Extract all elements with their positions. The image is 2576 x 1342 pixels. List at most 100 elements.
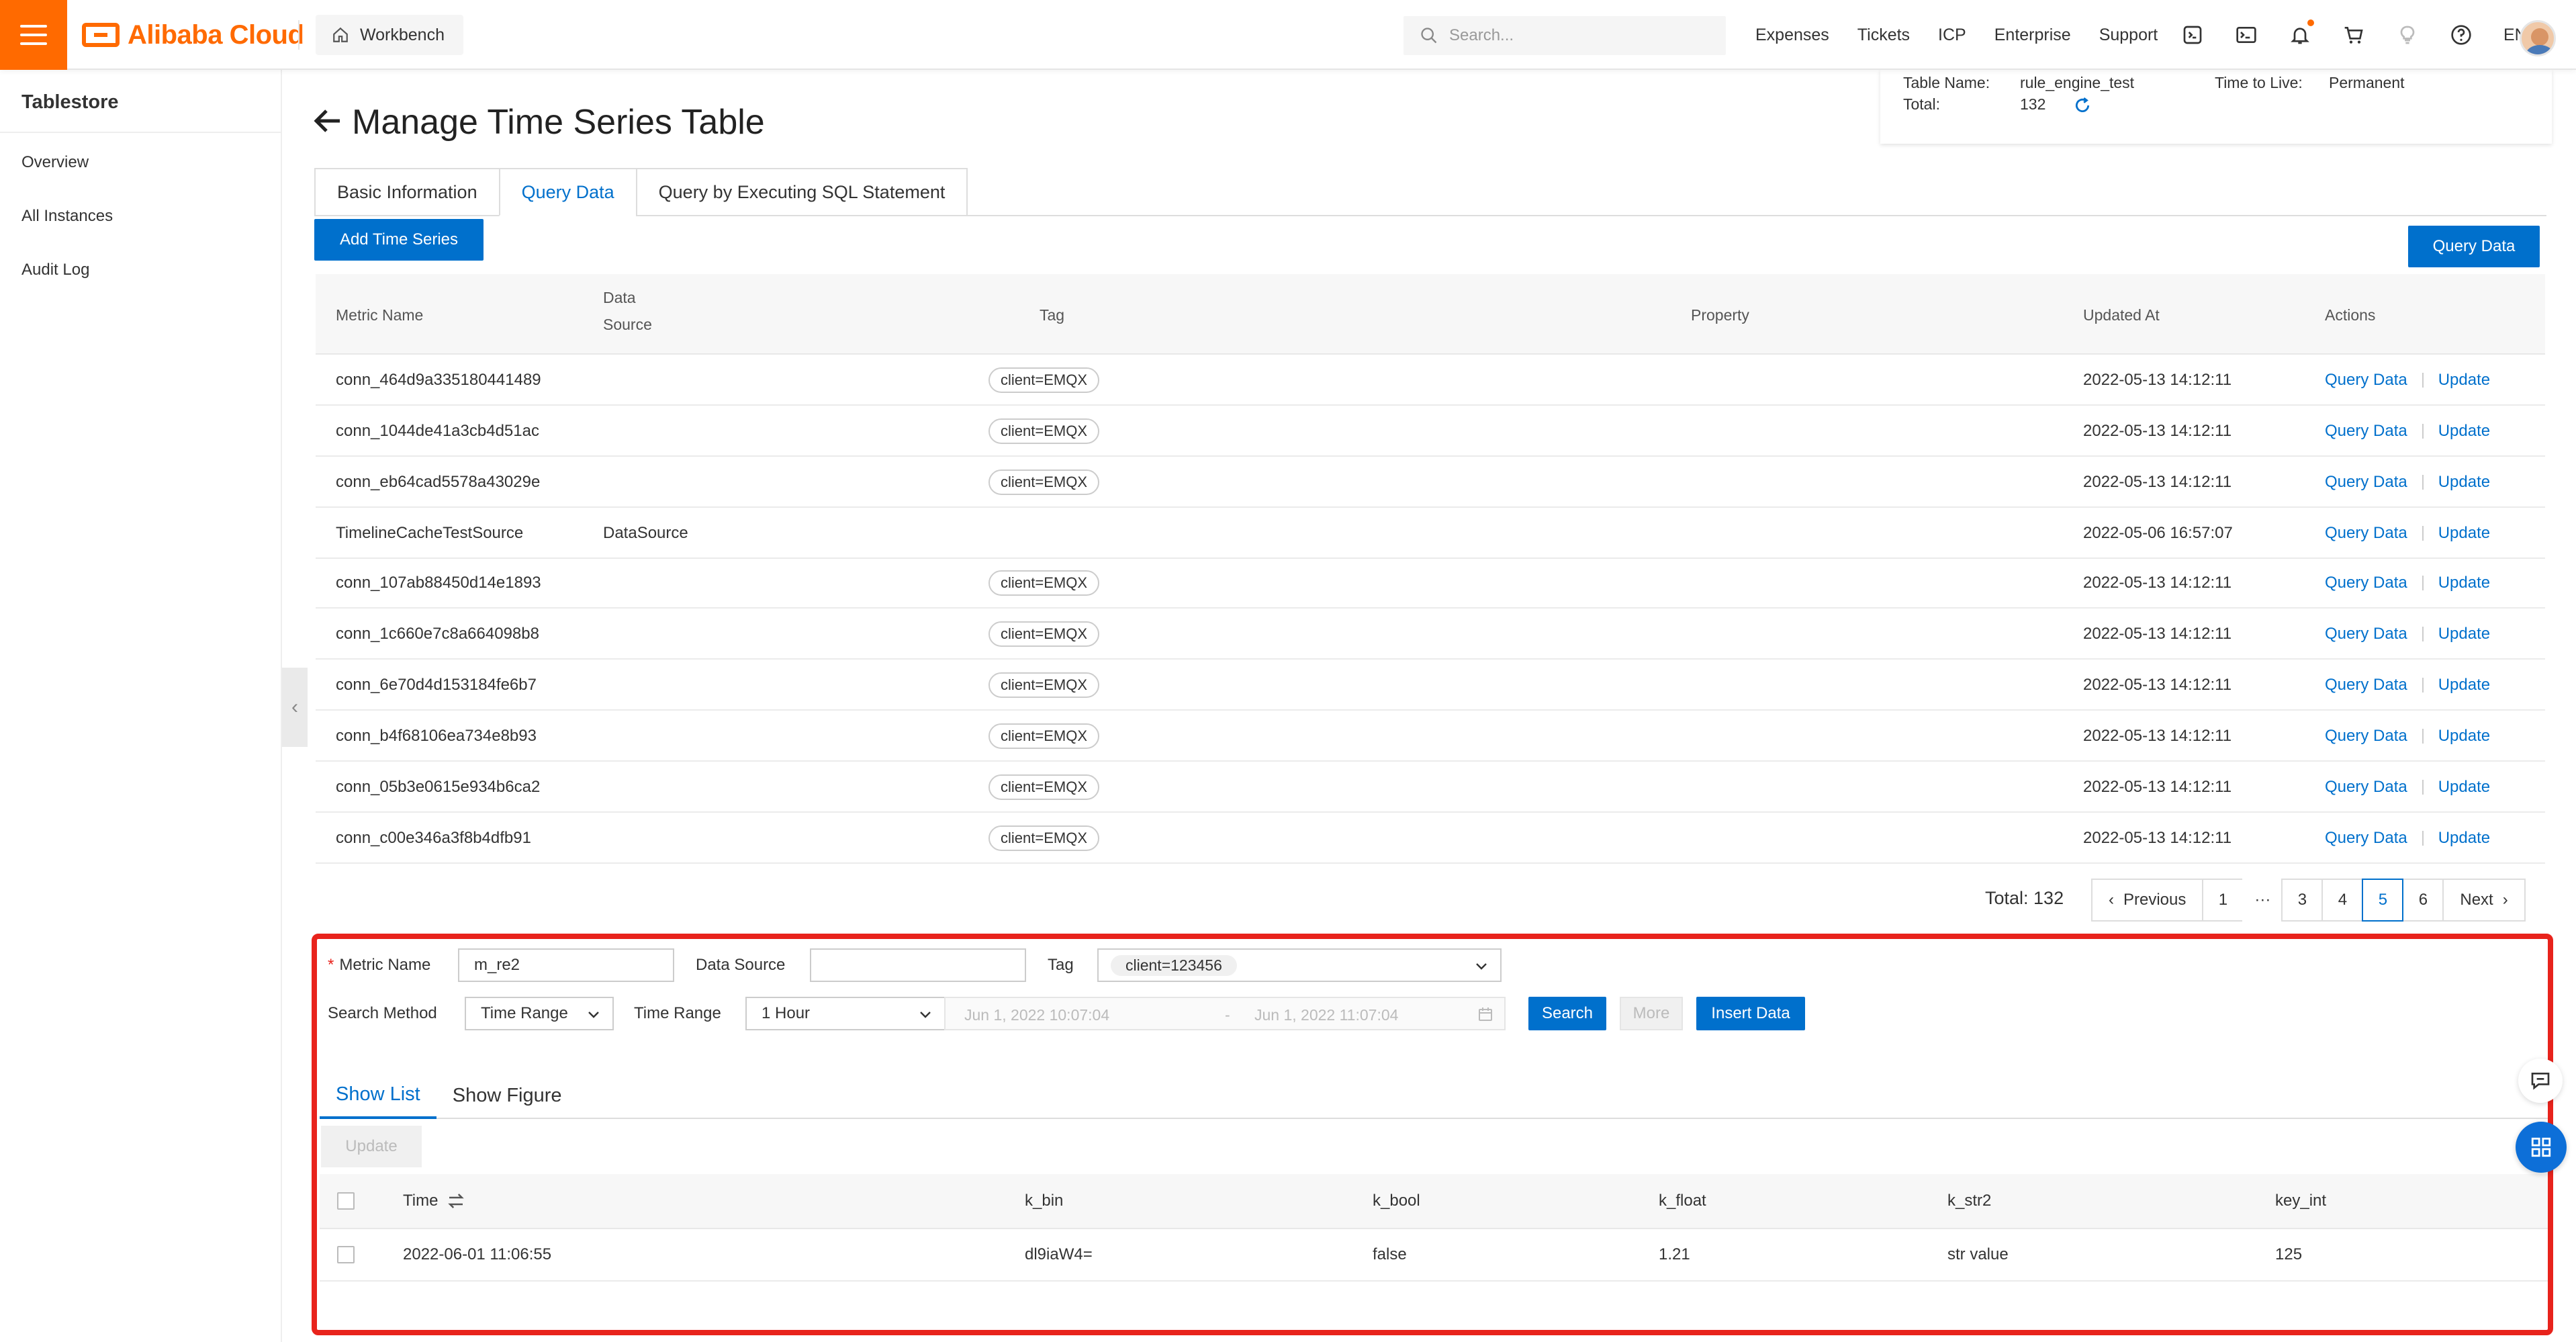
brand-logo[interactable]: Alibaba Cloud xyxy=(82,19,304,51)
insert-data-button[interactable]: Insert Data xyxy=(1696,997,1805,1030)
menu-icon[interactable] xyxy=(0,0,67,70)
workbench-label: Workbench xyxy=(360,25,445,44)
update-button[interactable]: Update xyxy=(321,1126,422,1167)
cell-k-bool: false xyxy=(1373,1245,1407,1263)
select-all-checkbox[interactable] xyxy=(337,1174,355,1228)
cart-icon[interactable] xyxy=(2342,24,2365,46)
col-k-bin: k_bin xyxy=(1025,1192,1064,1210)
lightbulb-icon[interactable] xyxy=(2396,24,2419,46)
tag-chip: client=EMQX xyxy=(988,621,1099,647)
page-1-button[interactable]: 1 xyxy=(2202,879,2244,922)
update-link[interactable]: Update xyxy=(2438,574,2490,592)
add-time-series-button[interactable]: Add Time Series xyxy=(314,219,484,261)
tab-show-list[interactable]: Show List xyxy=(320,1072,436,1119)
sidebar-item-overview[interactable]: Overview xyxy=(21,153,89,172)
sidebar-divider xyxy=(0,132,282,133)
next-page-button[interactable]: Next › xyxy=(2442,879,2526,922)
update-link[interactable]: Update xyxy=(2438,524,2490,543)
page-5-button[interactable]: 5 xyxy=(2362,879,2404,922)
time-range-select[interactable]: 1 Hour xyxy=(745,997,946,1030)
col-k-float: k_float xyxy=(1659,1192,1706,1210)
nav-tickets[interactable]: Tickets xyxy=(1857,26,1910,45)
update-link[interactable]: Update xyxy=(2438,473,2490,492)
query-data-link[interactable]: Query Data xyxy=(2325,422,2407,441)
nav-support[interactable]: Support xyxy=(2099,26,2158,45)
app-grid-icon[interactable] xyxy=(2516,1122,2567,1173)
feedback-chat-icon[interactable] xyxy=(2518,1059,2563,1103)
data-source-input[interactable] xyxy=(810,948,1026,982)
time-range-label: Time Range xyxy=(634,1004,721,1022)
page-6-button[interactable]: 6 xyxy=(2402,879,2444,922)
update-link[interactable]: Update xyxy=(2438,422,2490,441)
tab-query-sql[interactable]: Query by Executing SQL Statement xyxy=(635,168,968,216)
table-row: conn_eb64cad5578a43029e client=EMQX 2022-0… xyxy=(316,457,2545,508)
query-data-link[interactable]: Query Data xyxy=(2325,625,2407,643)
nav-enterprise[interactable]: Enterprise xyxy=(1994,26,2071,45)
sidebar-item-all-instances[interactable]: All Instances xyxy=(21,207,113,226)
col-data-source-line2: Source xyxy=(603,316,652,333)
query-data-link[interactable]: Query Data xyxy=(2325,778,2407,797)
cell-metric-name: TimelineCacheTestSource xyxy=(336,524,524,542)
sidebar-item-audit-log[interactable]: Audit Log xyxy=(21,261,89,279)
action-divider xyxy=(2422,424,2424,439)
row-checkbox[interactable] xyxy=(337,1229,355,1280)
global-search-input[interactable]: Search... xyxy=(1404,16,1726,55)
back-arrow-icon[interactable] xyxy=(313,107,342,134)
nav-icp[interactable]: ICP xyxy=(1938,26,1966,45)
col-data-source-line1: Data xyxy=(603,289,636,306)
search-button[interactable]: Search xyxy=(1528,997,1606,1030)
update-link[interactable]: Update xyxy=(2438,778,2490,797)
table-row: conn_b4f68106ea734e8b93 client=EMQX 2022-0… xyxy=(316,711,2545,762)
metric-name-input[interactable]: m_re2 xyxy=(458,948,674,982)
result-table-header: Time k_bin k_bool k_float k_str2 key_int xyxy=(320,1174,2548,1229)
more-button[interactable]: More xyxy=(1620,997,1683,1030)
date-range-picker[interactable]: Jun 1, 2022 10:07:04 - Jun 1, 2022 11:07… xyxy=(944,997,1506,1030)
terminal-icon[interactable] xyxy=(2235,24,2258,46)
tag-select[interactable]: client=123456 xyxy=(1097,948,1502,982)
update-link[interactable]: Update xyxy=(2438,829,2490,848)
search-method-select[interactable]: Time Range xyxy=(465,997,614,1030)
action-divider xyxy=(2422,678,2424,692)
tab-show-figure[interactable]: Show Figure xyxy=(436,1072,578,1119)
ttl-value: Permanent xyxy=(2329,74,2405,91)
page-3-button[interactable]: 3 xyxy=(2281,879,2324,922)
table-name-label: Table Name: xyxy=(1903,74,1990,91)
query-data-link[interactable]: Query Data xyxy=(2325,676,2407,695)
table-row: conn_464d9a335180441489 client=EMQX 2022-0… xyxy=(316,355,2545,406)
query-data-link[interactable]: Query Data xyxy=(2325,473,2407,492)
query-data-link[interactable]: Query Data xyxy=(2325,574,2407,592)
previous-page-button[interactable]: ‹ Previous xyxy=(2091,879,2204,922)
update-link[interactable]: Update xyxy=(2438,625,2490,643)
nav-expenses[interactable]: Expenses xyxy=(1755,26,1829,45)
refresh-icon[interactable] xyxy=(2074,97,2091,114)
page-ellipsis[interactable]: ··· xyxy=(2242,879,2283,922)
update-link[interactable]: Update xyxy=(2438,676,2490,695)
cell-metric-name: conn_464d9a335180441489 xyxy=(336,371,541,389)
top-bar: Alibaba Cloud Workbench Search... Expens… xyxy=(0,0,2576,70)
query-data-link[interactable]: Query Data xyxy=(2325,727,2407,746)
tab-basic-information[interactable]: Basic Information xyxy=(314,168,500,216)
page-4-button[interactable]: 4 xyxy=(2321,879,2364,922)
tag-chip: client=123456 xyxy=(1111,954,1237,976)
help-icon[interactable] xyxy=(2450,24,2473,46)
table-info-card: Table Name: rule_engine_test Time to Liv… xyxy=(1880,70,2552,144)
tag-chip: client=EMQX xyxy=(988,367,1099,393)
col-time[interactable]: Time xyxy=(403,1174,466,1228)
user-avatar[interactable] xyxy=(2520,20,2556,56)
query-data-link[interactable]: Query Data xyxy=(2325,524,2407,543)
query-data-link[interactable]: Query Data xyxy=(2325,829,2407,848)
cell-k-str2: str value xyxy=(1947,1245,2009,1263)
cell-updated-at: 2022-05-13 14:12:11 xyxy=(2083,625,2232,643)
col-property: Property xyxy=(1691,306,1749,324)
cloud-shell-icon[interactable] xyxy=(2181,24,2204,46)
workbench-button[interactable]: Workbench xyxy=(316,15,463,55)
query-data-link[interactable]: Query Data xyxy=(2325,371,2407,390)
sidebar-collapse-chevron-left-icon[interactable]: ‹ xyxy=(282,668,308,747)
action-divider xyxy=(2422,831,2424,846)
query-data-button[interactable]: Query Data xyxy=(2408,226,2540,267)
cell-metric-name: conn_eb64cad5578a43029e xyxy=(336,473,541,491)
bell-icon[interactable] xyxy=(2289,19,2314,46)
update-link[interactable]: Update xyxy=(2438,371,2490,390)
update-link[interactable]: Update xyxy=(2438,727,2490,746)
tab-query-data[interactable]: Query Data xyxy=(498,168,637,216)
